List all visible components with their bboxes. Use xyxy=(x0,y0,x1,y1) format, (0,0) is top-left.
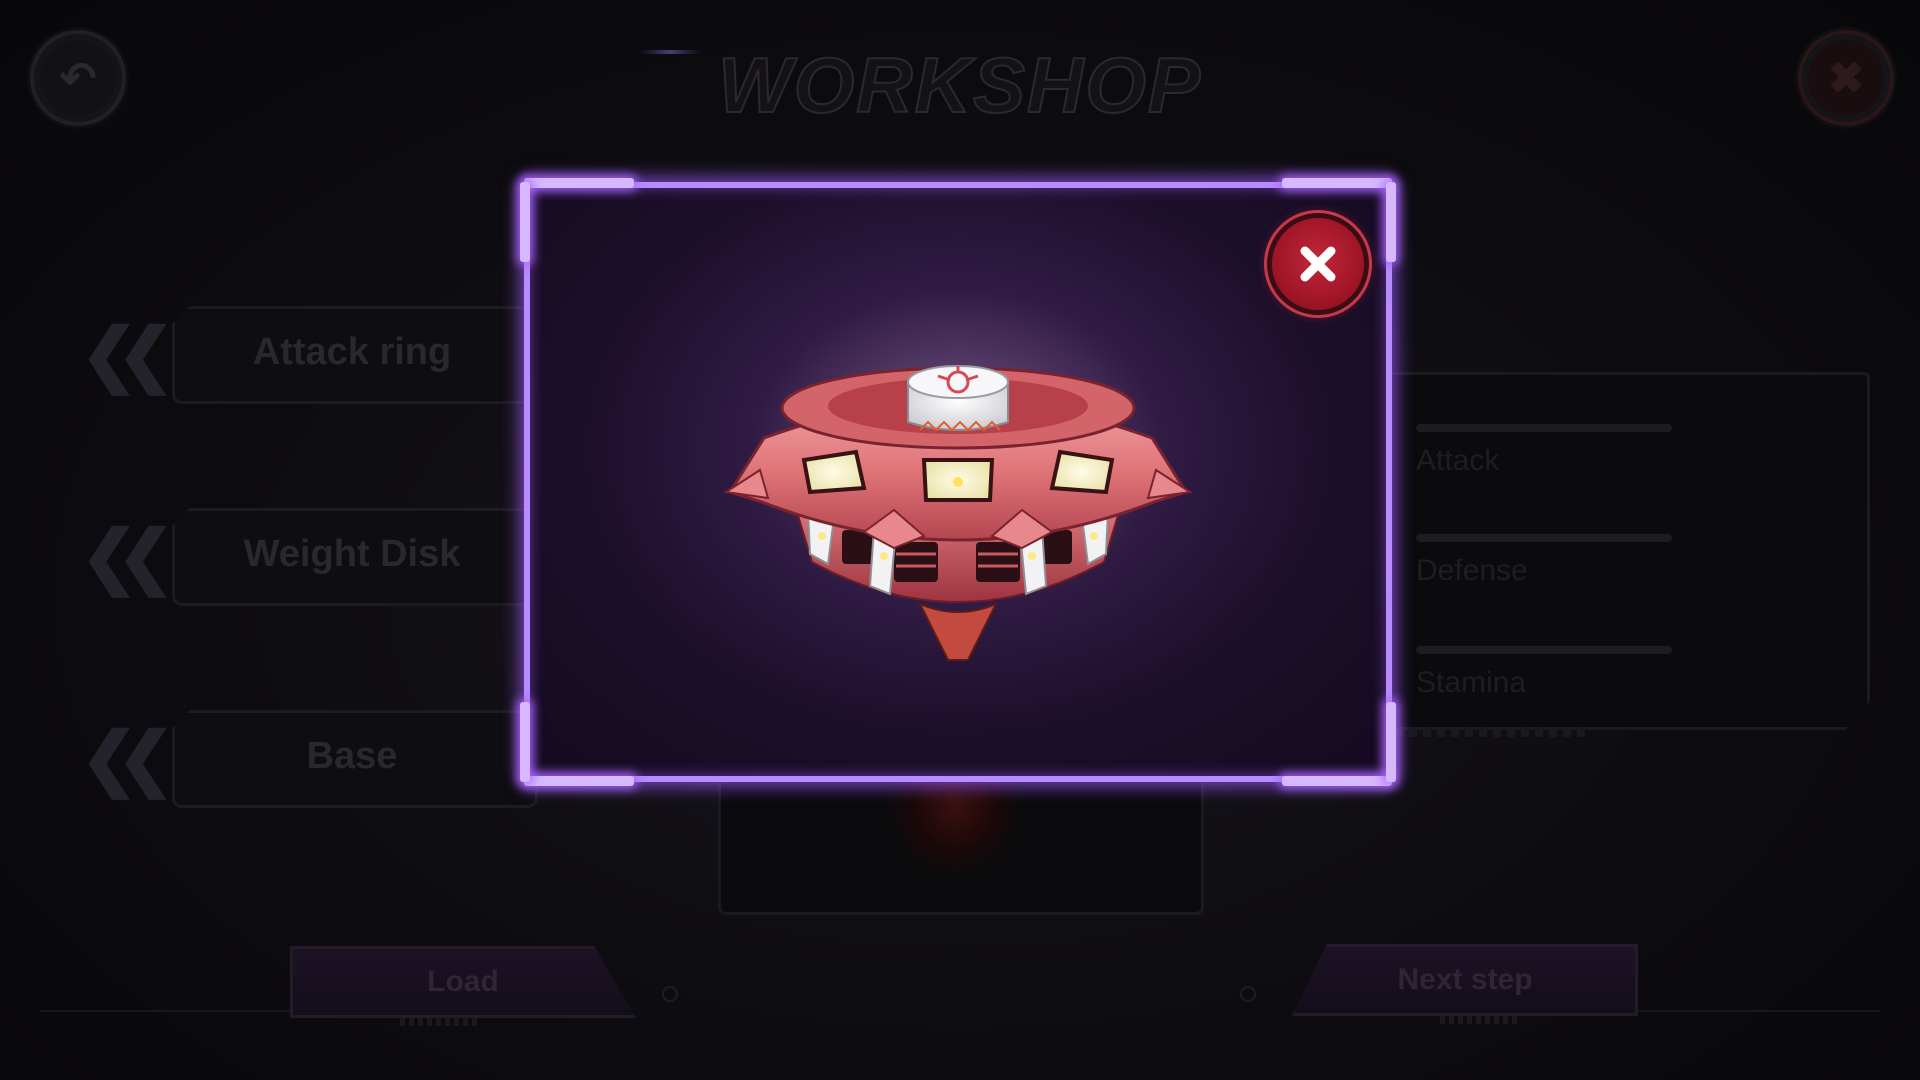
modal-frame-accent xyxy=(520,702,530,782)
decor-node xyxy=(1240,986,1256,1002)
stat-label-defense: Defense xyxy=(1416,554,1528,587)
part-label-attack-ring: Attack ring xyxy=(252,331,452,373)
modal-frame-accent xyxy=(1282,776,1392,786)
preview-model-shadow xyxy=(890,775,1020,875)
double-chevron-left-icon[interactable]: ❮❮ xyxy=(80,723,175,793)
part-row-weight-disk: ❮❮ Weight Disk xyxy=(80,508,540,608)
modal-frame-accent xyxy=(1386,702,1396,782)
close-x-icon xyxy=(1300,246,1336,282)
modal-frame-accent xyxy=(520,182,530,262)
stat-label-attack: Attack xyxy=(1416,444,1500,477)
modal-frame-accent xyxy=(524,776,634,786)
next-button-strip xyxy=(1440,1016,1520,1024)
modal-close-button[interactable] xyxy=(1272,218,1364,310)
workshop-screen: WORKSHOP ↶ ✖ ❮❮ Attack ring ❮❮ Weight Di… xyxy=(0,0,1920,1080)
double-chevron-left-icon[interactable]: ❮❮ xyxy=(80,319,175,389)
modal-frame-accent xyxy=(524,178,634,188)
page-title: WORKSHOP xyxy=(717,40,1202,130)
exit-button[interactable]: ✖ xyxy=(1798,30,1894,126)
stat-label-stamina: Stamina xyxy=(1416,666,1527,699)
part-row-attack-ring: ❮❮ Attack ring xyxy=(80,306,540,406)
double-chevron-left-icon[interactable]: ❮❮ xyxy=(80,521,175,591)
stat-bar-defense xyxy=(1416,534,1672,542)
spinning-top-model xyxy=(723,342,1193,662)
stat-bar-attack xyxy=(1416,424,1672,432)
stat-bar-stamina xyxy=(1416,646,1672,654)
load-button[interactable]: Load xyxy=(290,946,636,1018)
back-arrow-icon: ↶ xyxy=(59,53,97,103)
close-x-icon: ✖ xyxy=(1827,53,1865,103)
part-label-base: Base xyxy=(306,735,398,777)
spinning-top-graphic xyxy=(723,365,1193,661)
part-row-base: ❮❮ Base xyxy=(80,710,540,810)
next-step-button[interactable]: Next step xyxy=(1292,944,1638,1016)
load-button-strip xyxy=(400,1018,480,1026)
stats-decor-strip xyxy=(1395,727,1585,737)
part-label-weight-disk: Weight Disk xyxy=(243,533,461,575)
decor-node xyxy=(662,986,678,1002)
back-button[interactable]: ↶ xyxy=(30,30,126,126)
modal-frame-accent xyxy=(1386,182,1396,262)
modal-frame-accent xyxy=(1282,178,1392,188)
preview-modal xyxy=(520,178,1396,786)
